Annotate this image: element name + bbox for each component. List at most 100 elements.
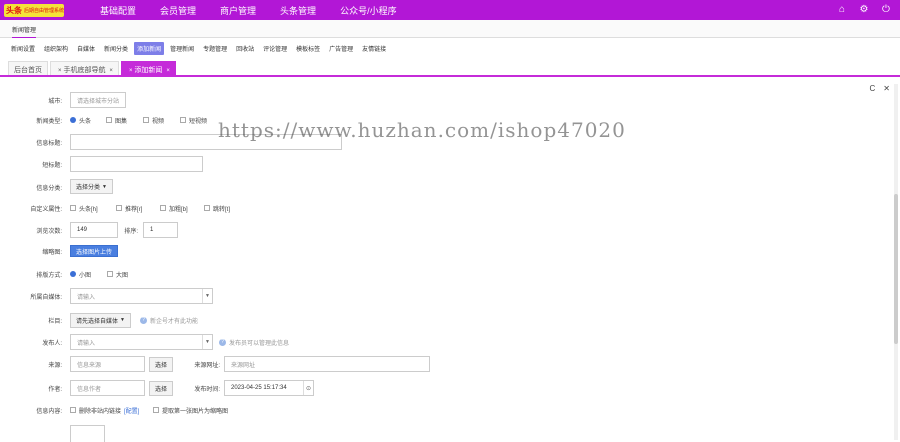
- news-type-short-video-label: 短视频: [189, 118, 208, 125]
- order-label: 排序:: [124, 228, 138, 235]
- home-icon[interactable]: ⌂: [836, 4, 848, 16]
- scrollbar-thumb[interactable]: [894, 194, 898, 344]
- subnav-links[interactable]: 友情链接: [359, 42, 389, 55]
- page-tab-bar: 后台首页 × 手机底部导航 × × 添加新闻 ×: [0, 60, 900, 77]
- top-nav: 基础配置 会员管理 商户管理 头条管理 公众号/小程序: [88, 4, 409, 17]
- layout-label: 排版方式:: [36, 272, 62, 279]
- attr-jump-label: 跳转[t]: [213, 206, 231, 213]
- source-url-label: 来源网址:: [194, 362, 220, 369]
- tab-home-label: 后台首页: [14, 67, 42, 74]
- remove-links-option[interactable]: 删除非站内链接 [配置]: [70, 406, 139, 415]
- news-type-headline[interactable]: 头条: [70, 116, 91, 125]
- tab-left-close-icon[interactable]: ×: [129, 68, 133, 74]
- subnav-news-settings[interactable]: 新闻设置: [8, 42, 38, 55]
- attr-recommend[interactable]: 推荐[r]: [116, 204, 142, 213]
- radio-icon: [180, 117, 186, 123]
- logo-main: 头条: [6, 5, 22, 15]
- media-select[interactable]: 请输入 ▼: [70, 288, 213, 304]
- editor-tab[interactable]: [70, 425, 105, 442]
- city-label: 城市:: [48, 98, 62, 105]
- row-publisher: 发布人: 请输入 ▼ ? 发布员可以管理此信息: [0, 333, 900, 351]
- news-type-video[interactable]: 视频: [143, 116, 164, 125]
- category-label: 信息分类:: [36, 185, 62, 192]
- source-label: 来源:: [48, 362, 62, 369]
- column-label: 栏目:: [48, 318, 62, 325]
- subnav-recycle-bin[interactable]: 回收站: [233, 42, 257, 55]
- tab-add-news[interactable]: × 添加新闻 ×: [120, 61, 176, 75]
- source-input[interactable]: 信息来源: [70, 356, 145, 372]
- news-type-headline-label: 头条: [79, 118, 92, 125]
- publisher-select[interactable]: 请输入 ▼: [70, 334, 213, 350]
- clock-icon[interactable]: ⊙: [303, 381, 313, 395]
- subnav-self-media[interactable]: 自媒体: [74, 42, 98, 55]
- short-title-input[interactable]: [70, 156, 203, 172]
- attr-jump[interactable]: 跳转[t]: [204, 204, 230, 213]
- close-icon[interactable]: ×: [166, 68, 170, 74]
- upload-image-button[interactable]: 选择图片上传: [70, 245, 119, 257]
- content-label: 信息内容:: [36, 408, 62, 415]
- radio-icon: [143, 117, 149, 123]
- top-nav-basic-config[interactable]: 基础配置: [88, 4, 148, 17]
- select-media-button[interactable]: 请先选择自媒体 ▼: [70, 312, 131, 328]
- chevron-down-icon[interactable]: ▼: [202, 289, 212, 303]
- subnav-organization[interactable]: 组织架构: [41, 42, 71, 55]
- attr-bold[interactable]: 加粗[b]: [160, 204, 188, 213]
- row-content: 信息内容: 删除非站内链接 [配置] 提取第一张图片为缩略图: [0, 401, 900, 419]
- subnav-template-tags[interactable]: 模板标签: [293, 42, 323, 55]
- chevron-down-icon[interactable]: ▼: [202, 335, 212, 349]
- help-icon: ?: [219, 338, 226, 346]
- publisher-label: 发布人:: [42, 340, 62, 347]
- views-label: 浏览次数:: [36, 228, 62, 235]
- subnav-add-news[interactable]: 添加新闻: [134, 41, 165, 55]
- checkbox-icon: [160, 205, 166, 211]
- top-nav-merchants[interactable]: 商户管理: [208, 4, 268, 17]
- chevron-down-icon: ▼: [102, 183, 107, 190]
- subnav-news-category[interactable]: 新闻分类: [101, 42, 131, 55]
- publisher-hint: ? 发布员可以管理此信息: [219, 338, 289, 347]
- layout-small-label: 小图: [79, 272, 92, 279]
- layout-small[interactable]: 小图: [70, 270, 91, 279]
- radio-icon: [106, 117, 112, 123]
- subnav-comments[interactable]: 评论管理: [260, 42, 290, 55]
- help-icon: ?: [140, 316, 147, 324]
- city-input[interactable]: 请选择城市分站: [70, 92, 126, 108]
- watermark: https://www.huzhan.com/ishop47020: [218, 118, 626, 142]
- news-type-gallery-label: 图集: [115, 118, 128, 125]
- scrollbar[interactable]: [894, 84, 898, 440]
- news-type-gallery[interactable]: 图集: [106, 116, 127, 125]
- publish-time-input[interactable]: 2023-04-25 15:17:34 ⊙: [224, 380, 314, 396]
- row-custom-attr: 自定义属性: 头条[h] 推荐[r] 加粗[b] 跳转[t]: [0, 199, 900, 217]
- row-category: 信息分类: 选择分类 ▼: [0, 178, 900, 196]
- news-type-short-video[interactable]: 短视频: [180, 116, 207, 125]
- logo[interactable]: 头条 后期自由管理系统: [4, 3, 64, 17]
- order-input[interactable]: 1: [143, 222, 178, 238]
- extract-image-option[interactable]: 提取第一张图片为缩略图: [153, 406, 228, 415]
- top-nav-headlines[interactable]: 头条管理: [268, 4, 328, 17]
- source-url-input[interactable]: 来源网址: [224, 356, 430, 372]
- select-media-label: 请先选择自媒体: [76, 318, 119, 325]
- subnav-topics[interactable]: 专题管理: [200, 42, 230, 55]
- column-hint: ? 新企号才有此功能: [140, 316, 198, 325]
- author-input[interactable]: 信息作者: [70, 380, 145, 396]
- power-icon[interactable]: ⏻: [880, 4, 892, 16]
- checkbox-icon: [116, 205, 122, 211]
- config-link[interactable]: [配置]: [124, 406, 139, 415]
- subnav-manage-news[interactable]: 管理新闻: [167, 42, 197, 55]
- media-placeholder: 请输入: [77, 294, 96, 301]
- top-nav-members[interactable]: 会员管理: [148, 4, 208, 17]
- checkbox-icon: [70, 407, 76, 413]
- select-category-button[interactable]: 选择分类 ▼: [70, 179, 113, 194]
- tab-mobile-nav[interactable]: × 手机底部导航 ×: [50, 61, 119, 75]
- gear-icon[interactable]: ⚙: [858, 4, 870, 16]
- checkbox-icon: [153, 407, 159, 413]
- news-type-label: 新闻类型:: [36, 118, 62, 125]
- tab-home[interactable]: 后台首页: [8, 61, 48, 75]
- subnav-ads[interactable]: 广告管理: [326, 42, 356, 55]
- layout-large[interactable]: 大图: [107, 270, 128, 279]
- close-icon[interactable]: ×: [109, 68, 113, 74]
- section-tab-news[interactable]: 新闻管理: [12, 25, 37, 38]
- attr-headline[interactable]: 头条[h]: [70, 204, 98, 213]
- sub-nav: 新闻设置 组织架构 自媒体 新闻分类 添加新闻 管理新闻 专题管理 回收站 评论…: [0, 38, 900, 58]
- top-nav-official-account[interactable]: 公众号/小程序: [328, 4, 409, 17]
- tab-left-close-icon[interactable]: ×: [58, 68, 62, 74]
